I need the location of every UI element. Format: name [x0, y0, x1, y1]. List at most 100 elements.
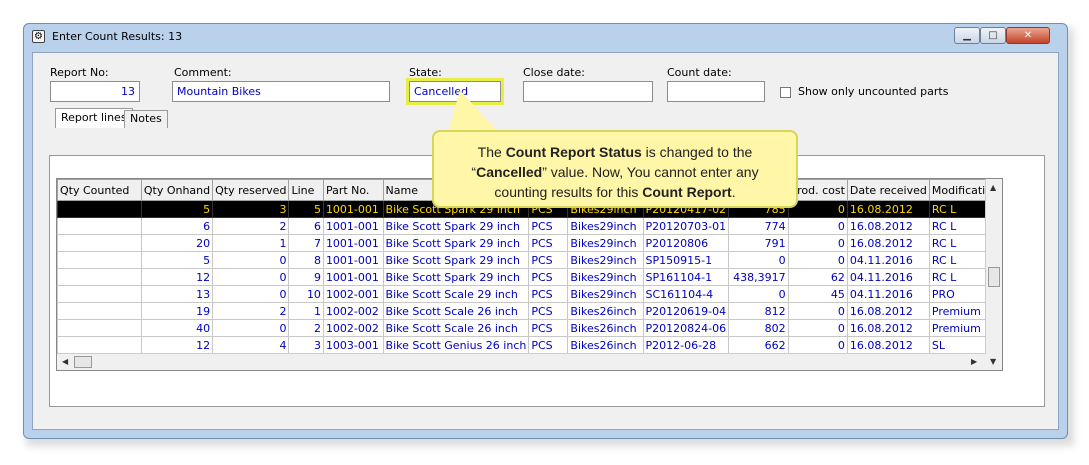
horizontal-scrollbar[interactable]: ◀ ▶ [57, 353, 986, 370]
table-cell[interactable]: P20120806 [642, 234, 730, 252]
table-cell[interactable]: 4 [212, 336, 290, 354]
column-header[interactable]: Qty Onhand [140, 179, 214, 201]
table-cell[interactable]: Bikes29inch [567, 217, 644, 235]
table-cell[interactable]: 0 [728, 251, 789, 269]
column-header[interactable]: Part No. [322, 179, 384, 201]
column-header[interactable]: Qty reserved [212, 179, 290, 201]
table-cell[interactable]: 1 [288, 302, 324, 320]
table-row[interactable]: 5 0 8 1001-001 Bike Scott Spark 29 inch PCS Bi… [57, 251, 1002, 269]
count-date-field[interactable] [667, 81, 765, 102]
table-cell[interactable] [57, 234, 142, 252]
table-cell[interactable]: 3 [288, 336, 324, 354]
table-cell[interactable]: 0 [212, 285, 290, 303]
report-no-field[interactable]: 13 [50, 81, 140, 102]
table-cell[interactable]: 9 [288, 268, 324, 286]
tab-report-lines[interactable]: Report lines [55, 108, 133, 128]
column-header[interactable]: Qty Counted [57, 179, 142, 201]
table-cell[interactable]: 2 [212, 302, 290, 320]
table-cell[interactable]: 5 [140, 200, 214, 218]
table-cell[interactable]: 10 [288, 285, 324, 303]
table-cell[interactable]: PCS [528, 217, 569, 235]
horizontal-scroll-thumb[interactable] [74, 356, 92, 368]
table-cell[interactable]: 5 [288, 200, 324, 218]
table-cell[interactable]: P20120703-01 [642, 217, 730, 235]
table-cell[interactable]: Bikes29inch [567, 251, 644, 269]
table-row[interactable]: 20 1 7 1001-001 Bike Scott Spark 29 inch PCS B… [57, 234, 1002, 252]
table-cell[interactable]: 0 [212, 268, 290, 286]
table-cell[interactable]: 1001-001 [322, 200, 384, 218]
table-cell[interactable]: 0 [787, 336, 848, 354]
table-cell[interactable] [57, 268, 142, 286]
table-cell[interactable]: 2 [288, 319, 324, 337]
show-uncounted-checkbox[interactable] [780, 87, 791, 98]
maximize-button[interactable]: □ [980, 27, 1006, 44]
table-cell[interactable]: PCS [528, 268, 569, 286]
table-cell[interactable]: 45 [787, 285, 848, 303]
table-cell[interactable]: 19 [140, 302, 214, 320]
table-cell[interactable]: SC161104-4 [642, 285, 730, 303]
table-cell[interactable]: 04.11.2016 [846, 251, 930, 269]
table-cell[interactable]: Bikes26inch [567, 302, 644, 320]
table-cell[interactable]: 7 [288, 234, 324, 252]
table-cell[interactable]: 0 [787, 234, 848, 252]
table-cell[interactable]: 0 [728, 285, 789, 303]
table-cell[interactable]: 1001-001 [322, 234, 384, 252]
table-cell[interactable]: 12 [140, 268, 214, 286]
table-cell[interactable]: 1001-001 [322, 251, 384, 269]
table-cell[interactable]: Bikes26inch [567, 319, 644, 337]
table-cell[interactable]: 16.08.2012 [846, 217, 930, 235]
close-button[interactable]: ✕ [1006, 27, 1050, 44]
table-cell[interactable]: PCS [528, 251, 569, 269]
table-cell[interactable]: PCS [528, 319, 569, 337]
table-cell[interactable]: Bike Scott Scale 29 inch [382, 285, 530, 303]
table-row[interactable]: 19 2 1 1002-002 Bike Scott Scale 26 inch PCS B… [57, 302, 1002, 320]
table-cell[interactable]: Bike Scott Spark 29 inch [382, 268, 530, 286]
table-cell[interactable]: 5 [140, 251, 214, 269]
table-cell[interactable]: 0 [787, 217, 848, 235]
table-row[interactable]: 13 0 10 1002-001 Bike Scott Scale 29 inch PCS… [57, 285, 1002, 303]
arrow-up-icon[interactable]: ▲ [990, 183, 996, 192]
table-cell[interactable]: 6 [288, 217, 324, 235]
table-cell[interactable]: P20120824-06 [642, 319, 730, 337]
table-cell[interactable]: 0 [787, 251, 848, 269]
minimize-button[interactable]: ▁ [954, 27, 980, 44]
table-cell[interactable]: 1 [212, 234, 290, 252]
table-cell[interactable]: Bike Scott Scale 26 inch [382, 319, 530, 337]
arrow-right-icon[interactable]: ▶ [971, 357, 977, 366]
table-cell[interactable]: 12 [140, 336, 214, 354]
table-cell[interactable]: Bike Scott Spark 29 inch [382, 251, 530, 269]
table-row[interactable]: 6 2 6 1001-001 Bike Scott Spark 29 inch PCS Bi… [57, 217, 1002, 235]
column-header[interactable]: Line [288, 179, 324, 201]
table-cell[interactable]: Bike Scott Genius 26 inch [382, 336, 530, 354]
table-cell[interactable] [57, 336, 142, 354]
table-cell[interactable]: P20120619-04 [642, 302, 730, 320]
arrow-left-icon[interactable]: ◀ [62, 357, 68, 366]
table-cell[interactable]: 0 [787, 319, 848, 337]
comment-field[interactable]: Mountain Bikes [172, 81, 390, 102]
table-cell[interactable]: 0 [787, 302, 848, 320]
table-cell[interactable] [57, 302, 142, 320]
table-row[interactable]: 40 0 2 1002-002 Bike Scott Scale 26 inch PCS B… [57, 319, 1002, 337]
table-cell[interactable] [57, 251, 142, 269]
table-cell[interactable]: 04.11.2016 [846, 285, 930, 303]
table-cell[interactable]: PCS [528, 302, 569, 320]
table-cell[interactable]: PCS [528, 336, 569, 354]
table-cell[interactable]: 16.08.2012 [846, 200, 930, 218]
table-cell[interactable]: 04.11.2016 [846, 268, 930, 286]
table-cell[interactable]: 16.08.2012 [846, 234, 930, 252]
table-cell[interactable]: Bike Scott Spark 29 inch [382, 217, 530, 235]
table-cell[interactable]: SP161104-1 [642, 268, 730, 286]
table-cell[interactable] [57, 285, 142, 303]
table-cell[interactable]: 13 [140, 285, 214, 303]
vertical-scroll-thumb[interactable] [988, 267, 1000, 287]
table-cell[interactable]: 40 [140, 319, 214, 337]
table-cell[interactable] [57, 200, 142, 218]
table-cell[interactable]: Bikes29inch [567, 268, 644, 286]
table-cell[interactable]: 1002-002 [322, 302, 384, 320]
table-cell[interactable]: 812 [728, 302, 789, 320]
table-cell[interactable]: 62 [787, 268, 848, 286]
table-cell[interactable]: 1003-001 [322, 336, 384, 354]
table-cell[interactable]: 16.08.2012 [846, 336, 930, 354]
table-row[interactable]: 12 0 9 1001-001 Bike Scott Spark 29 inch PCS B… [57, 268, 1002, 286]
table-cell[interactable]: 8 [288, 251, 324, 269]
